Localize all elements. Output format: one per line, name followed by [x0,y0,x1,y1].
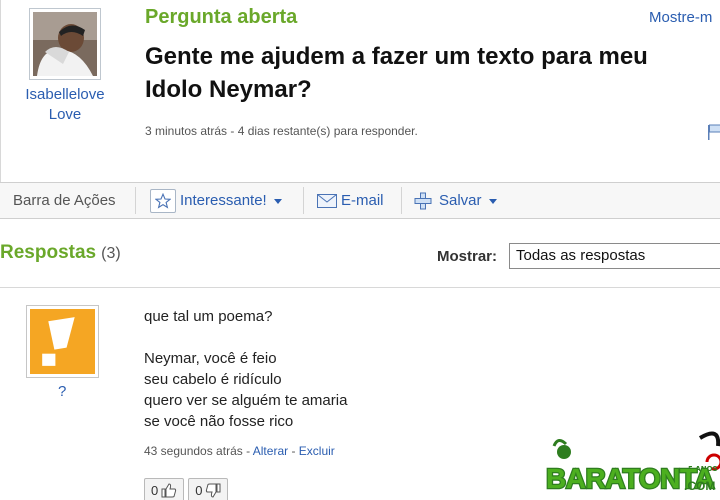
edit-link[interactable]: Alterar [253,444,288,458]
asker-avatar[interactable] [29,8,101,80]
thumbs-down-button[interactable]: 0 [188,478,229,500]
answer-line: Neymar, você é feio [144,350,277,367]
asker-name-line2: Love [48,106,82,123]
show-filter-select[interactable]: Todas as respostas [509,243,720,269]
asker-photo [33,12,97,76]
asker-name[interactable]: Isabellelove Love [7,85,123,125]
baratonta-watermark-logo: 5 ANOS BARATONTA BARATONTA .COM [545,431,720,495]
answers-heading: Respostas (3) [0,242,121,264]
show-more-link[interactable]: Mostre-m [649,9,712,26]
actions-bar: Barra de Ações Interessante! E-mail Salv… [0,182,720,219]
answer-line: se você não fosse rico [144,413,294,430]
chevron-down-icon [273,199,282,204]
vote-group: 0 0 [144,478,232,500]
question-title-line1: Gente me ajudem a fazer um texto para me… [145,43,648,70]
answer-line: seu cabelo é ridículo [144,371,282,388]
divider [303,187,304,214]
flag-icon[interactable] [707,124,720,140]
answer-text: que tal um poema? Neymar, você é feio se… [144,306,347,432]
question-block: Isabellelove Love Pergunta aberta Mostre… [0,0,720,182]
answers-count: (3) [101,245,121,262]
answerer-name[interactable]: ? [58,383,66,400]
actions-bar-label: Barra de Ações [13,192,116,209]
divider [401,187,402,214]
answerer-avatar[interactable] [26,305,99,378]
question-title-line2: Idolo Neymar? [145,76,312,103]
default-avatar-icon [30,309,95,374]
answer-line: que tal um poema? [144,308,273,325]
envelope-icon [317,193,337,208]
question-title: Gente me ajudem a fazer um texto para me… [145,40,720,106]
meta-separator: - [291,444,299,458]
thumbs-up-icon [161,482,177,497]
thumbs-up-button[interactable]: 0 [144,478,185,500]
svg-text:.COM: .COM [684,479,715,493]
meta-separator: - [246,444,253,458]
thumbs-down-icon [206,483,221,498]
answers-title: Respostas [0,242,97,263]
save-button[interactable]: Salvar [414,183,497,218]
email-button[interactable]: E-mail [317,183,384,218]
question-meta: 3 minutos atrás - 4 dias restante(s) par… [145,124,418,138]
answer-meta: 43 segundos atrás - Alterar - Excluir [144,444,335,458]
thumbs-up-count: 0 [151,482,159,498]
thumbs-down-count: 0 [195,482,203,498]
divider [135,187,136,214]
answer-line: quero ver se alguém te amaria [144,392,348,409]
plus-icon [414,192,432,209]
show-filter-label: Mostrar: [437,248,498,265]
save-label: Salvar [439,192,482,209]
interesting-button[interactable]: Interessante! [150,183,282,218]
answer-divider [0,287,720,288]
asker-name-line1: Isabellelove [25,86,105,103]
chevron-down-icon [488,199,497,204]
email-label: E-mail [341,192,384,209]
question-status: Pergunta aberta [145,6,298,28]
answer-time: 43 segundos atrás [144,444,243,458]
answer-line [144,327,347,348]
star-icon [150,188,176,213]
delete-link[interactable]: Excluir [299,444,335,458]
interesting-label: Interessante! [180,192,267,209]
